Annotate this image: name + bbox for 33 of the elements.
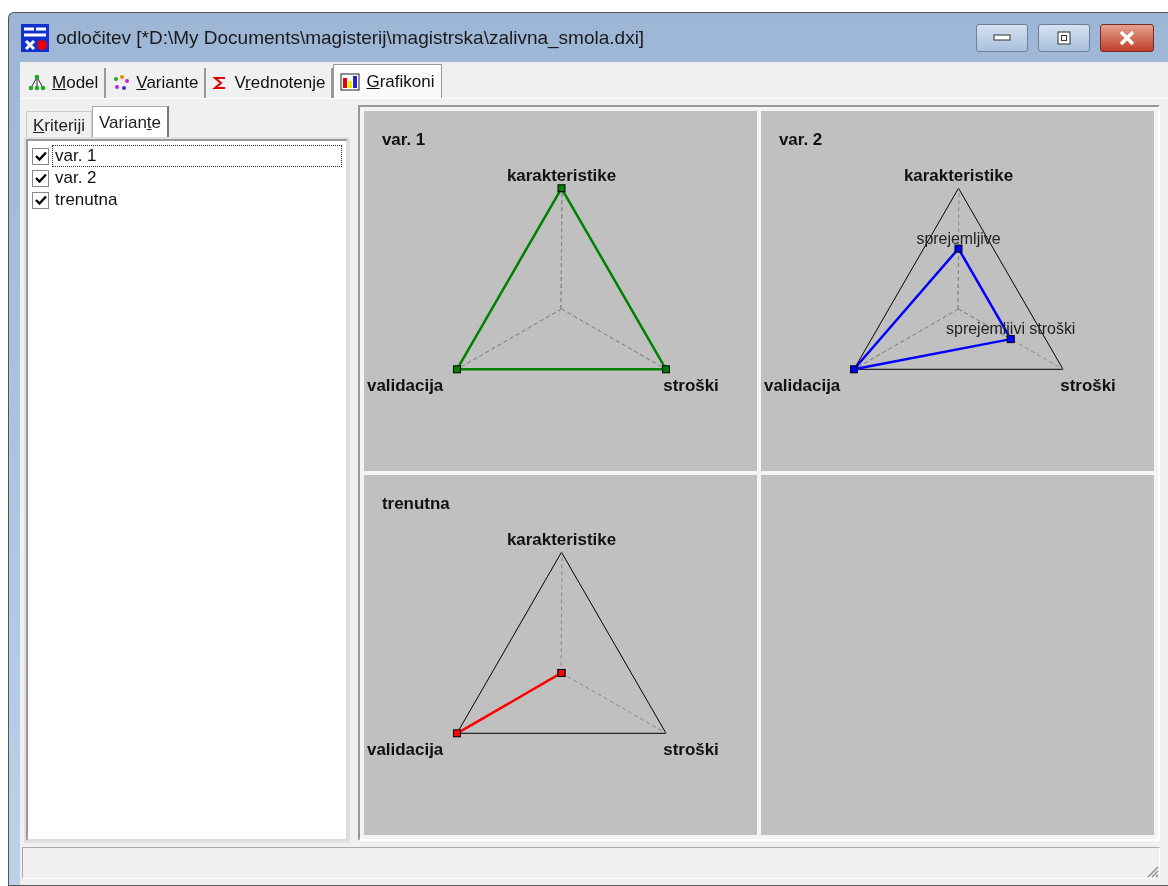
list-item[interactable]: trenutna (52, 189, 342, 211)
axis-label: stroški (1060, 375, 1116, 395)
checkbox[interactable] (32, 147, 49, 165)
app-icon (20, 22, 50, 53)
tab[interactable]: Kriteriji (26, 111, 92, 139)
tab[interactable]: Grafikoni (333, 64, 442, 98)
axis-label: validacija (367, 739, 444, 759)
bar-chart-icon (340, 72, 361, 91)
resize-grip-icon[interactable] (1145, 864, 1159, 878)
tab[interactable]: Variante (91, 106, 170, 139)
chart-title: var. 2 (778, 130, 823, 150)
window-title: odločitev [*D:\My Documents\magisterij\magistrska\zalivna_smola.dxi] (56, 26, 646, 49)
chart-title: trenutna (381, 494, 450, 514)
list-item[interactable]: var. 2 (52, 167, 342, 189)
checkbox[interactable] (32, 191, 49, 209)
chart-title: var. 1 (381, 130, 426, 150)
axis-label: stroški (663, 739, 719, 759)
close-icon (1118, 29, 1136, 46)
axis-label: validacija (764, 375, 841, 395)
axis-label: stroški (663, 375, 719, 395)
dots-icon (112, 74, 131, 92)
axis-label: karakteristike (506, 530, 617, 550)
minimize-icon (993, 33, 1011, 42)
tree-icon (28, 74, 46, 92)
maximize-icon (1057, 30, 1071, 45)
axis-label: karakteristike (506, 166, 617, 186)
checkbox[interactable] (32, 169, 49, 187)
list-item[interactable]: var. 1 (52, 145, 342, 167)
maximize-button[interactable] (1038, 23, 1090, 52)
axis-label: karakteristike (903, 166, 1014, 186)
minimize-button[interactable] (976, 23, 1028, 52)
axis-label: validacija (367, 375, 444, 395)
close-button[interactable] (1100, 23, 1154, 52)
